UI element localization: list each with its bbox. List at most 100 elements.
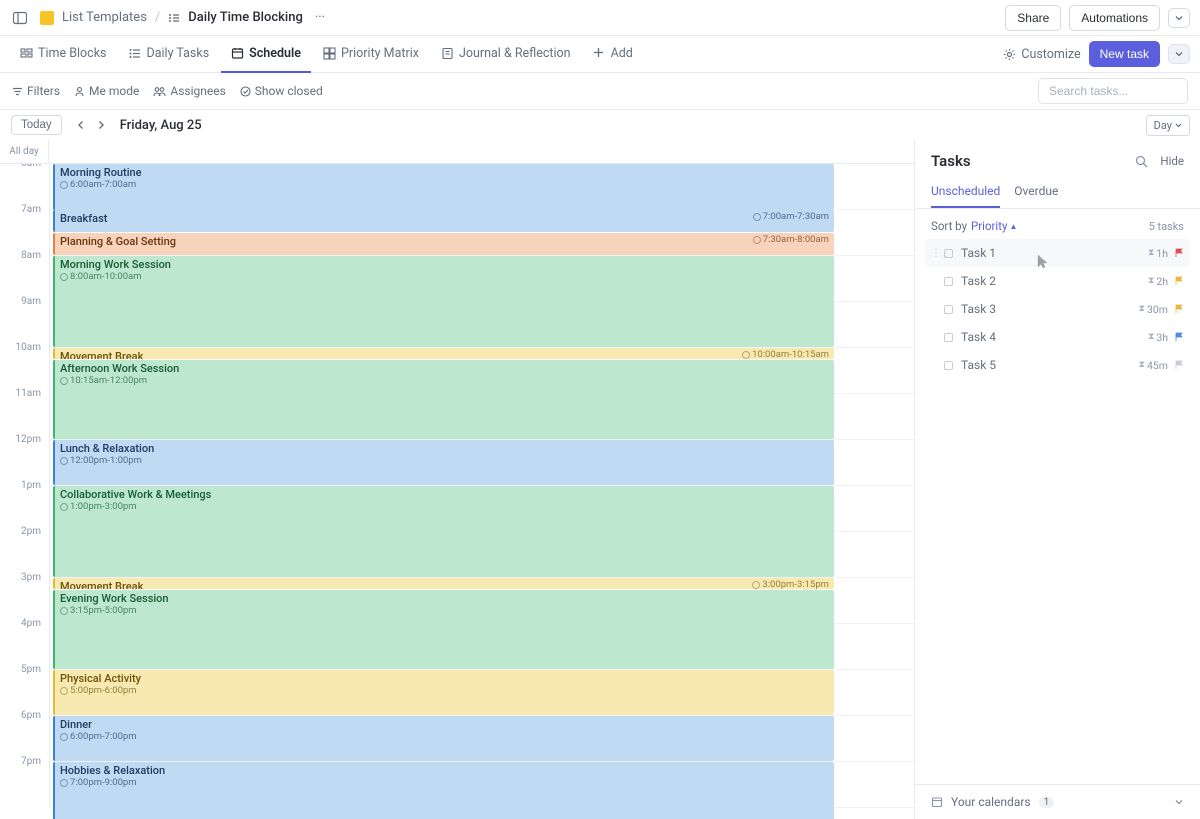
tab-schedule[interactable]: Schedule [221, 36, 311, 73]
plus-icon [593, 47, 606, 60]
task-item[interactable]: ⋮⋮ Task 2 ⧗2h [925, 267, 1190, 295]
event-time: 6:00am-7:00am [60, 179, 829, 190]
task-status-icon[interactable] [944, 277, 953, 286]
your-calendars[interactable]: Your calendars 1 [915, 784, 1200, 819]
tab-journal[interactable]: Journal & Reflection [431, 36, 581, 73]
hour-label: 7pm [0, 756, 49, 802]
event-block[interactable]: Afternoon Work Session10:15am-12:00pm [53, 360, 834, 439]
allday-label: All day [0, 140, 49, 163]
breadcrumb-list[interactable]: Daily Time Blocking [188, 10, 303, 25]
task-name: Task 5 [961, 358, 996, 372]
share-button[interactable]: Share [1005, 5, 1061, 31]
automations-caret[interactable] [1168, 8, 1190, 28]
filters-button[interactable]: Filters [12, 84, 60, 98]
event-time: 3:00pm-3:15pm [752, 579, 829, 589]
event-title: Afternoon Work Session [60, 362, 829, 375]
hour-label: 2pm [0, 526, 49, 572]
priority-flag-icon[interactable] [1174, 276, 1184, 286]
customize-button[interactable]: Customize [1003, 47, 1080, 62]
event-block[interactable]: Evening Work Session3:15pm-5:00pm [53, 590, 834, 669]
clock-icon [60, 457, 68, 465]
daily-tasks-icon [128, 47, 141, 60]
today-button[interactable]: Today [11, 115, 62, 135]
task-status-icon[interactable] [944, 249, 953, 258]
time-gutter: 6am7am8am9am10am11am12pm1pm2pm3pm4pm5pm6… [0, 164, 49, 808]
search-box [1038, 78, 1188, 104]
event-block[interactable]: Breakfast7:00am-7:30am [53, 210, 834, 232]
tab-add[interactable]: Add [583, 36, 643, 73]
event-block[interactable]: Movement Break10:00am-10:15am [53, 348, 834, 359]
list-icon [168, 12, 180, 24]
priority-flag-icon[interactable] [1174, 332, 1184, 342]
event-time: 8:00am-10:00am [60, 271, 829, 282]
schedule-icon [231, 47, 244, 60]
event-block[interactable]: Movement Break 3:00pm-3:15pm [53, 578, 834, 589]
me-mode-button[interactable]: Me mode [74, 84, 139, 98]
tab-unscheduled[interactable]: Unscheduled [931, 178, 1000, 208]
event-block[interactable]: Lunch & Relaxation12:00pm-1:00pm [53, 440, 834, 485]
new-task-button[interactable]: New task [1089, 41, 1160, 67]
sort-caret-icon[interactable]: ▲ [1009, 222, 1017, 231]
hourglass-icon: ⧗ [1148, 248, 1154, 258]
hour-label: 9am [0, 296, 49, 342]
task-status-icon[interactable] [944, 333, 953, 342]
journal-icon [441, 47, 454, 60]
priority-flag-icon[interactable] [1174, 248, 1184, 258]
event-block[interactable]: Dinner6:00pm-7:00pm [53, 716, 834, 761]
event-time: 7:30am-8:00am [753, 234, 829, 245]
tab-label: Daily Tasks [146, 46, 209, 61]
event-time: 7:00am-7:30am [753, 211, 829, 222]
clock-icon [753, 236, 761, 244]
tab-priority-matrix[interactable]: Priority Matrix [313, 36, 429, 73]
search-icon[interactable] [1135, 155, 1148, 168]
hide-button[interactable]: Hide [1160, 154, 1184, 168]
sidebar-toggle-icon[interactable] [10, 8, 30, 28]
tab-time-blocks[interactable]: Time Blocks [10, 36, 116, 73]
new-task-caret[interactable] [1168, 44, 1190, 64]
clock-icon [60, 733, 68, 741]
event-block[interactable]: Morning Routine6:00am-7:00am [53, 164, 834, 210]
automations-button[interactable]: Automations [1069, 5, 1160, 31]
hourglass-icon: ⧗ [1148, 276, 1154, 286]
event-block[interactable]: Physical Activity5:00pm-6:00pm [53, 670, 834, 715]
time-blocks-icon [20, 47, 33, 60]
priority-flag-icon[interactable] [1174, 304, 1184, 314]
calendar-grid[interactable]: 6am7am8am9am10am11am12pm1pm2pm3pm4pm5pm6… [0, 164, 914, 819]
search-input[interactable] [1038, 78, 1188, 104]
main: All day 6am7am8am9am10am11am12pm1pm2pm3p… [0, 140, 1200, 819]
task-status-icon[interactable] [944, 305, 953, 314]
breadcrumb-sep: / [155, 10, 160, 25]
tasks-panel: Tasks Hide Unscheduled Overdue Sort by P… [915, 140, 1200, 819]
event-title: Movement Break [60, 350, 143, 359]
show-closed-button[interactable]: Show closed [240, 84, 323, 98]
gear-icon [1003, 48, 1016, 61]
task-status-icon[interactable] [944, 361, 953, 370]
task-item[interactable]: ⋮⋮ Task 5 ⧗45m [925, 351, 1190, 379]
priority-flag-icon[interactable] [1174, 360, 1184, 370]
tab-daily-tasks[interactable]: Daily Tasks [118, 36, 219, 73]
event-block[interactable]: Collaborative Work & Meetings1:00pm-3:00… [53, 486, 834, 577]
event-block[interactable]: Hobbies & Relaxation7:00pm-9:00pm [53, 762, 834, 819]
prev-arrow-icon[interactable] [74, 117, 88, 133]
next-arrow-icon[interactable] [94, 117, 108, 133]
event-title: Movement Break [60, 580, 143, 589]
breadcrumb-more-icon[interactable]: ··· [311, 8, 329, 27]
assignees-button[interactable]: Assignees [153, 84, 225, 98]
sort-value[interactable]: Priority [971, 219, 1007, 233]
hour-label: 4pm [0, 618, 49, 664]
task-item[interactable]: ⋮⋮ Task 3 ⧗30m [925, 295, 1190, 323]
clock-icon [60, 273, 68, 281]
breadcrumb-folder[interactable]: List Templates [62, 10, 147, 25]
event-title: Breakfast [60, 212, 829, 225]
drag-handle-icon[interactable]: ⋮⋮ [931, 248, 941, 259]
event-block[interactable]: Planning & Goal Setting7:30am-8:00am [53, 233, 834, 255]
task-item[interactable]: ⋮⋮ Task 4 ⧗3h [925, 323, 1190, 351]
event-time: 3:15pm-5:00pm [60, 605, 829, 616]
clock-icon [753, 213, 761, 221]
event-block[interactable]: Morning Work Session8:00am-10:00am [53, 256, 834, 347]
task-item[interactable]: ⋮⋮ Task 1 ⧗1h [925, 239, 1190, 267]
chevron-down-icon [1174, 797, 1184, 807]
range-select[interactable]: Day [1146, 115, 1190, 136]
tab-overdue[interactable]: Overdue [1014, 178, 1058, 208]
tab-label: Priority Matrix [341, 46, 419, 61]
